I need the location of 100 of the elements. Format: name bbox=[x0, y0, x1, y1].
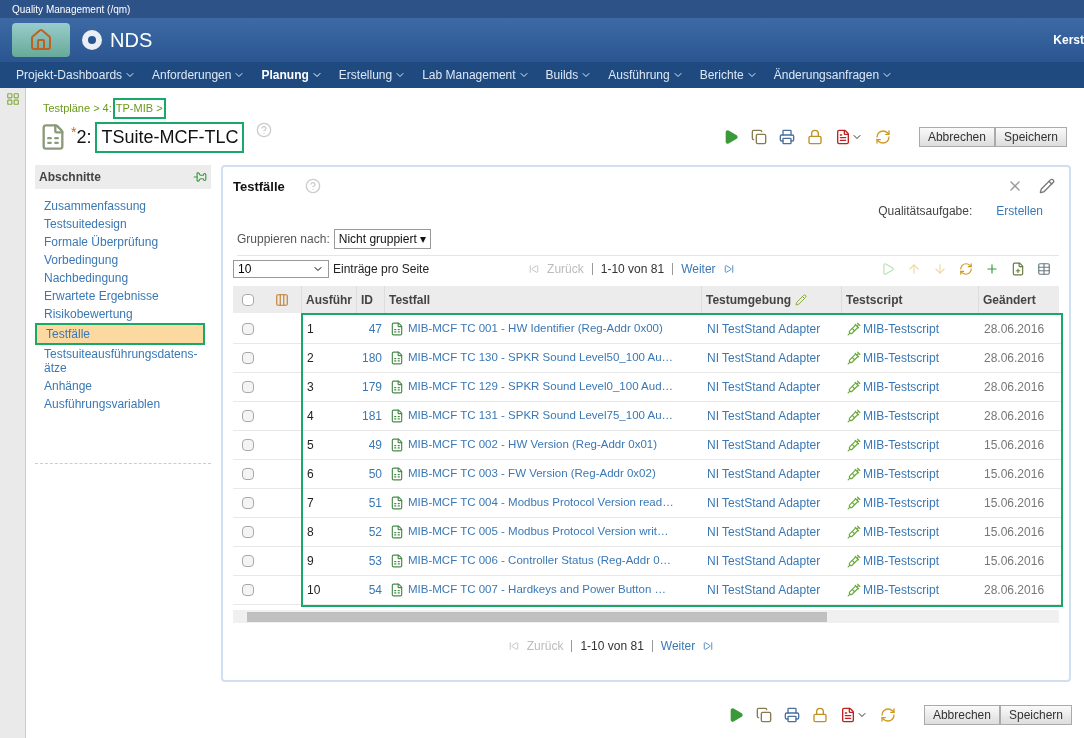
pdf-icon[interactable] bbox=[839, 706, 856, 723]
breadcrumb-path[interactable]: Testpläne > 4: bbox=[43, 100, 112, 117]
printer-icon[interactable] bbox=[783, 706, 800, 723]
test-case-icon[interactable] bbox=[390, 351, 404, 365]
lock-icon[interactable] bbox=[806, 129, 823, 145]
test-case-link[interactable]: MIB-MCF TC 130 - SPKR Sound Level50_100 Au… bbox=[408, 349, 674, 367]
page-size-select[interactable]: 10 bbox=[233, 260, 329, 278]
column-header[interactable]: Testscript bbox=[846, 290, 903, 309]
test-script-link[interactable]: MIB-Testscript bbox=[863, 581, 939, 599]
id-link[interactable]: 181 bbox=[362, 409, 383, 423]
test-script-link[interactable]: MIB-Testscript bbox=[863, 349, 939, 367]
environment-link[interactable]: NI TestStand Adapter bbox=[707, 322, 821, 336]
column-header[interactable]: Testfall bbox=[389, 290, 431, 309]
column-header[interactable]: Testumgebung bbox=[706, 290, 792, 309]
sidebar-item[interactable]: Testsuiteausführungsdatens-ätze bbox=[35, 344, 205, 377]
environment-link[interactable]: NI TestStand Adapter bbox=[707, 496, 821, 510]
row-checkbox[interactable] bbox=[242, 468, 254, 480]
test-case-link[interactable]: MIB-MCF TC 002 - HW Version (Reg-Addr 0x01) bbox=[408, 436, 658, 454]
column-header[interactable]: Geändert bbox=[983, 290, 1036, 309]
test-script-link[interactable]: MIB-Testscript bbox=[863, 407, 939, 425]
copy-icon[interactable] bbox=[755, 706, 772, 723]
sidebar-item[interactable]: Erwartete Ergebnisse bbox=[35, 286, 205, 305]
environment-link[interactable]: NI TestStand Adapter bbox=[707, 438, 821, 452]
nav-menu[interactable]: Planung bbox=[261, 66, 323, 84]
test-script-link[interactable]: MIB-Testscript bbox=[863, 465, 939, 483]
nav-menu[interactable]: Anforderungen bbox=[152, 66, 246, 84]
pin-icon[interactable] bbox=[193, 169, 207, 184]
sidebar-item[interactable]: Anhänge bbox=[35, 376, 205, 395]
printer-icon[interactable] bbox=[778, 129, 795, 145]
breadcrumb-current[interactable]: TP-MIB > bbox=[112, 98, 166, 119]
sidebar-item[interactable]: Testfälle bbox=[35, 322, 205, 345]
group-select[interactable]: Nicht gruppiert ▾ bbox=[333, 229, 432, 249]
nav-menu[interactable]: Projekt-Dashboards bbox=[16, 66, 137, 84]
save-button[interactable]: Speichern bbox=[994, 127, 1067, 147]
home-button[interactable] bbox=[12, 23, 70, 57]
refresh-icon[interactable] bbox=[874, 129, 891, 145]
pdf-icon[interactable] bbox=[834, 129, 851, 145]
last-page-icon[interactable] bbox=[723, 264, 734, 274]
columns-icon[interactable] bbox=[275, 292, 289, 307]
row-checkbox[interactable] bbox=[242, 526, 254, 538]
environment-link[interactable]: NI TestStand Adapter bbox=[707, 351, 821, 365]
row-checkbox[interactable] bbox=[242, 352, 254, 364]
test-case-link[interactable]: MIB-MCF TC 005 - Modbus Protocol Version writ… bbox=[408, 523, 669, 541]
test-case-icon[interactable] bbox=[390, 583, 404, 597]
environment-link[interactable]: NI TestStand Adapter bbox=[707, 467, 821, 481]
test-case-link[interactable]: MIB-MCF TC 006 - Controller Status (Reg-Addr 0… bbox=[408, 552, 672, 570]
help-icon[interactable] bbox=[304, 178, 321, 195]
add-icon[interactable] bbox=[985, 262, 999, 276]
test-case-icon[interactable] bbox=[390, 380, 404, 394]
sidebar-item[interactable]: Vorbedingung bbox=[35, 250, 205, 269]
home-icon[interactable] bbox=[29, 28, 53, 52]
id-link[interactable]: 49 bbox=[368, 438, 382, 452]
sidebar-item[interactable]: Nachbedingung bbox=[35, 268, 205, 287]
id-link[interactable]: 53 bbox=[368, 554, 382, 568]
environment-link[interactable]: NI TestStand Adapter bbox=[707, 583, 821, 597]
test-case-icon[interactable] bbox=[390, 525, 404, 539]
sidebar-item[interactable]: Formale Überprüfung bbox=[35, 232, 205, 251]
nav-menu[interactable]: Erstellung bbox=[338, 66, 407, 84]
test-script-link[interactable]: MIB-Testscript bbox=[863, 378, 939, 396]
id-link[interactable]: 54 bbox=[368, 583, 382, 597]
column-header[interactable]: Ausführ bbox=[306, 290, 352, 309]
next-link[interactable]: Weiter bbox=[681, 260, 716, 278]
row-checkbox[interactable] bbox=[242, 410, 254, 422]
sidebar-item[interactable]: Ausführungsvariablen bbox=[35, 394, 205, 413]
sidebar-item[interactable]: Testsuitedesign bbox=[35, 214, 205, 233]
sidebar-item[interactable]: Zusammenfassung bbox=[35, 196, 205, 215]
refresh-icon[interactable] bbox=[959, 262, 973, 276]
row-checkbox[interactable] bbox=[242, 497, 254, 509]
nav-menu[interactable]: Ausführung bbox=[608, 66, 684, 84]
edit-icon[interactable] bbox=[795, 293, 808, 306]
test-case-icon[interactable] bbox=[390, 322, 404, 336]
cancel-button[interactable]: Abbrechen bbox=[918, 127, 995, 147]
test-case-icon[interactable] bbox=[390, 496, 404, 510]
test-script-link[interactable]: MIB-Testscript bbox=[863, 436, 939, 454]
test-script-link[interactable]: MIB-Testscript bbox=[863, 552, 939, 570]
help-icon[interactable] bbox=[256, 121, 273, 138]
last-page-icon[interactable] bbox=[703, 641, 714, 651]
id-link[interactable]: 52 bbox=[368, 525, 382, 539]
first-page-icon[interactable] bbox=[508, 641, 519, 651]
test-case-link[interactable]: MIB-MCF TC 131 - SPKR Sound Level75_100 Au… bbox=[408, 407, 674, 425]
lock-icon[interactable] bbox=[811, 706, 828, 723]
sidebar-item[interactable]: Risikobewertung bbox=[35, 304, 205, 323]
horizontal-scrollbar[interactable] bbox=[233, 610, 1059, 623]
new-document-icon[interactable] bbox=[1011, 262, 1025, 276]
next-link[interactable]: Weiter bbox=[660, 637, 696, 655]
row-checkbox[interactable] bbox=[242, 323, 254, 335]
environment-link[interactable]: NI TestStand Adapter bbox=[707, 525, 821, 539]
nav-menu[interactable]: Berichte bbox=[699, 66, 758, 84]
id-link[interactable]: 50 bbox=[368, 467, 382, 481]
edit-icon[interactable] bbox=[1039, 178, 1055, 195]
row-checkbox[interactable] bbox=[242, 555, 254, 567]
test-case-icon[interactable] bbox=[390, 554, 404, 568]
test-script-link[interactable]: MIB-Testscript bbox=[863, 320, 939, 338]
id-link[interactable]: 51 bbox=[368, 496, 382, 510]
create-link[interactable]: Erstellen bbox=[996, 202, 1043, 220]
table-icon[interactable] bbox=[1037, 262, 1051, 276]
id-link[interactable]: 180 bbox=[362, 351, 383, 365]
id-link[interactable]: 47 bbox=[368, 322, 382, 336]
first-page-icon[interactable] bbox=[529, 264, 540, 274]
test-case-link[interactable]: MIB-MCF TC 007 - Hardkeys and Power Button … bbox=[408, 581, 666, 599]
